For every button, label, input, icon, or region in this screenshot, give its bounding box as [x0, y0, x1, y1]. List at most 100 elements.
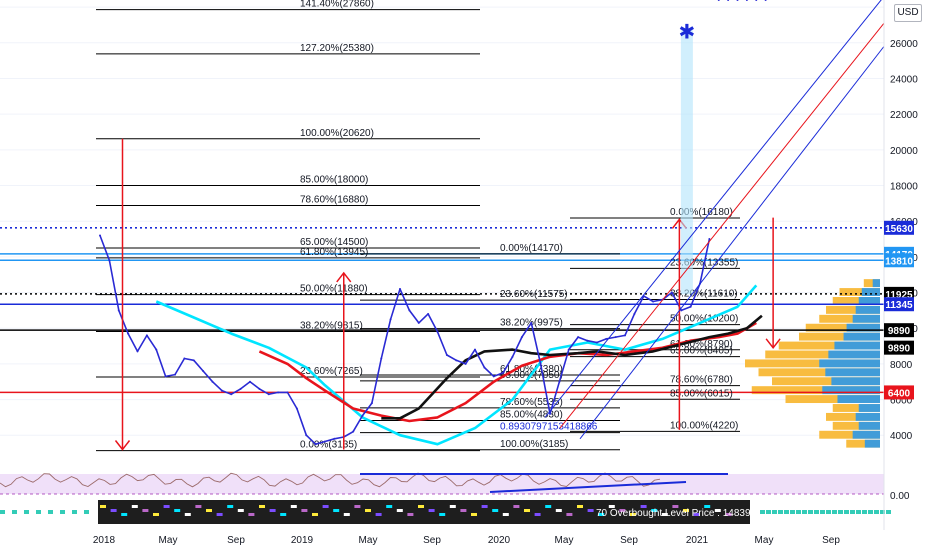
- price-point-33: [408, 309, 411, 312]
- price-point-55: [614, 336, 617, 339]
- osc-dot-15: [802, 510, 807, 514]
- osc-dot-7: [84, 510, 89, 514]
- osc-dot-22: [844, 510, 849, 514]
- price-point-12: [211, 380, 214, 383]
- price-point-4: [136, 350, 139, 353]
- price-point-2: [117, 309, 120, 312]
- price-point-6: [155, 348, 158, 351]
- oscillator-tick-7: [174, 509, 181, 512]
- oscillator-tick-25: [365, 509, 371, 512]
- price-point-17: [258, 387, 261, 390]
- volume-bar-alt-3: [855, 412, 880, 421]
- price-point-45: [520, 336, 523, 339]
- chart-background: [0, 0, 932, 550]
- price-point-11: [202, 370, 205, 373]
- price-point-27: [352, 430, 355, 433]
- x-tick-label-2: Sep: [227, 535, 245, 546]
- oscillator-tick-46: [587, 509, 594, 512]
- oscillator-tick-22: [333, 509, 340, 512]
- x-tick-label-0: 2018: [93, 535, 116, 546]
- osc-dot-19: [826, 510, 831, 514]
- osc-dot-8: [760, 510, 765, 514]
- fib-label-19: 100.00%(3185): [500, 439, 568, 450]
- volume-bar-alt-7: [831, 377, 880, 386]
- x-tick-label-1: May: [159, 535, 178, 546]
- price-point-24: [324, 440, 326, 443]
- osc-dot-12: [784, 510, 789, 514]
- oscillator-tick-26: [375, 513, 382, 516]
- osc-dot-10: [772, 510, 777, 514]
- price-point-52: [586, 339, 589, 342]
- osc-dot-26: [868, 510, 873, 514]
- fib-label-20: 0.00%(16180): [670, 207, 733, 218]
- price-point-14: [230, 393, 233, 396]
- oscillator-tick-20: [312, 513, 318, 516]
- volume-bar-alt-15: [855, 305, 880, 314]
- osc-dot-11: [778, 510, 783, 514]
- price-point-54: [605, 337, 608, 340]
- oscillator-tick-24: [354, 505, 361, 508]
- x-tick-label-6: 2020: [488, 535, 511, 546]
- price-point-13: [220, 389, 223, 392]
- volume-bar-alt-12: [843, 332, 880, 341]
- oscillator-tick-9: [195, 505, 202, 508]
- osc-dot-29: [886, 510, 891, 514]
- oscillator-tick-3: [131, 505, 138, 508]
- lower-axis-label: 0.00: [890, 491, 910, 502]
- target-marker: ✱: [678, 21, 695, 43]
- fib-label-7: 50.00%(11880): [300, 284, 368, 295]
- price-point-16: [249, 380, 251, 383]
- osc-dot-9: [766, 510, 771, 514]
- price-point-61: [670, 291, 673, 294]
- oscillator-tick-45: [577, 505, 583, 508]
- oscillator-label: 70 Overbought Level Price : 14839.2: [596, 508, 759, 519]
- oscillator-tick-14: [248, 513, 255, 516]
- oscillator-tick-10: [206, 509, 212, 512]
- osc-dot-20: [832, 510, 837, 514]
- oscillator-tick-12: [227, 505, 234, 508]
- x-tick-label-4: May: [359, 535, 378, 546]
- oscillator-tick-35: [471, 513, 477, 516]
- price-point-50: [567, 348, 570, 351]
- oscillator-tick-13: [237, 509, 244, 512]
- fib-label-23: 50.00%(10200): [670, 314, 738, 325]
- volume-bar-alt-5: [837, 395, 880, 404]
- price-point-65: [708, 238, 711, 241]
- oscillator-tick-44: [566, 513, 573, 516]
- price-point-20: [286, 391, 289, 394]
- oscillator-tick-33: [449, 505, 456, 508]
- price-point-46: [530, 321, 533, 324]
- y-tick-label-11: 26000: [890, 39, 918, 50]
- oscillator-tick-19: [301, 509, 308, 512]
- fib-label-10: 0.00%(3135): [300, 440, 357, 451]
- volume-bar-alt-18: [872, 279, 880, 288]
- price-label-6: 9890: [888, 344, 911, 355]
- osc-dot-6: [72, 510, 77, 514]
- price-point-35: [427, 312, 430, 315]
- currency-selector[interactable]: USD: [894, 4, 922, 22]
- price-point-63: [689, 305, 692, 308]
- price-point-31: [389, 318, 392, 321]
- volume-bar-alt-9: [819, 359, 880, 368]
- price-point-22: [305, 434, 308, 437]
- price-point-23: [314, 443, 317, 446]
- oscillator-tick-17: [280, 513, 287, 516]
- price-point-56: [624, 334, 626, 337]
- price-point-29: [370, 402, 373, 405]
- price-point-44: [511, 355, 514, 358]
- oscillator-tick-36: [481, 505, 488, 508]
- oscillator-tick-5: [153, 513, 159, 516]
- fib-label-22: 38.20%(11610): [670, 288, 738, 299]
- fib-label-3: 85.00%(18000): [300, 175, 368, 186]
- price-label-4: 11345: [885, 300, 913, 311]
- chart-svg: 141.40%(27860) 127.20%(25380) 100.00%(2062…: [0, 0, 932, 550]
- price-point-41: [483, 366, 486, 369]
- price-point-28: [361, 414, 364, 417]
- volume-bar-alt-1: [852, 430, 880, 439]
- oscillator-tick-2: [121, 513, 128, 516]
- oscillator-tick-29: [407, 513, 414, 516]
- oscillator-tick-28: [396, 509, 403, 512]
- price-point-43: [502, 371, 505, 374]
- oscillator-tick-23: [343, 513, 350, 516]
- oscillator-tick-15: [259, 505, 265, 508]
